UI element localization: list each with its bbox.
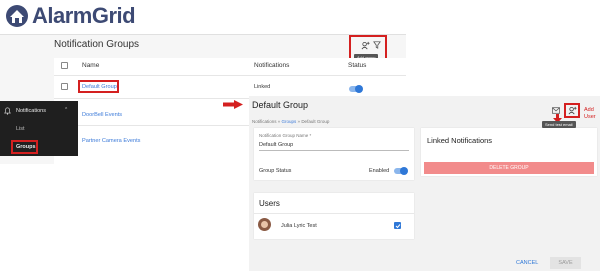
- users-title: Users: [259, 199, 280, 208]
- group-status-toggle[interactable]: [394, 167, 408, 175]
- users-divider: [254, 213, 414, 214]
- logo-text: AlarmGrid: [32, 3, 136, 28]
- group-link-default[interactable]: Default Group: [82, 84, 117, 90]
- column-header-name: Name: [82, 62, 100, 69]
- add-user-icon[interactable]: [568, 106, 577, 115]
- sidebar-section-notifications[interactable]: Notifications: [16, 108, 46, 114]
- group-name-underline: [259, 150, 409, 151]
- group-link-partner-camera[interactable]: Partner Camera Events: [82, 138, 140, 144]
- column-header-status: Status: [348, 62, 367, 69]
- chevron-up-icon[interactable]: ⌃: [64, 107, 68, 113]
- breadcrumb-current: Default Group: [301, 119, 330, 124]
- delete-group-button[interactable]: DELETE GROUP: [424, 162, 594, 174]
- breadcrumb-groups[interactable]: Groups: [282, 119, 297, 124]
- row-checkbox[interactable]: [61, 83, 68, 90]
- save-label: SAVE: [558, 260, 573, 266]
- avatar-face: [261, 221, 268, 228]
- select-all-checkbox[interactable]: [61, 62, 68, 69]
- envelope-icon[interactable]: [552, 107, 560, 114]
- annotation-line-1: Add: [584, 107, 594, 113]
- group-name-input[interactable]: Default Group: [259, 142, 409, 148]
- user-checkbox[interactable]: [394, 222, 401, 229]
- filter-icon: [373, 41, 381, 49]
- group-status-label: Group Status: [259, 168, 292, 174]
- row-notifications-status: Linked: [254, 84, 271, 90]
- check-icon: [395, 223, 400, 228]
- page-title: Notification Groups: [54, 39, 140, 50]
- group-name-label: Notification Group Name *: [259, 133, 312, 138]
- house-logo-icon: [6, 5, 28, 27]
- annotation-line-2: User: [584, 114, 596, 120]
- group-link-doorbell[interactable]: DoorBell Events: [82, 112, 122, 118]
- arrow-right-icon: [223, 100, 243, 109]
- save-button[interactable]: SAVE: [550, 257, 581, 269]
- breadcrumb: Notifications » Groups » Default Group: [252, 119, 329, 124]
- brand-logo: AlarmGrid: [5, 2, 136, 30]
- cancel-button[interactable]: CANCEL: [516, 260, 538, 266]
- row-status-toggle[interactable]: [349, 85, 363, 93]
- add-group-button[interactable]: [360, 40, 370, 50]
- add-user-annotation: Add User: [584, 107, 596, 121]
- avatar: [258, 218, 271, 231]
- breadcrumb-root[interactable]: Notifications: [252, 119, 277, 124]
- linked-notifications-title: Linked Notifications: [427, 136, 493, 145]
- header-divider: [54, 75, 406, 76]
- add-group-icon: [361, 41, 370, 49]
- bell-icon: [4, 107, 11, 115]
- send-test-email-tooltip: Send test email: [542, 121, 576, 128]
- sidebar-item-list[interactable]: List: [16, 126, 25, 132]
- detail-title: Default Group: [252, 100, 309, 110]
- row-divider: [78, 125, 249, 126]
- group-status-value: Enabled: [369, 168, 390, 174]
- column-header-notifications: Notifications: [254, 62, 290, 69]
- delete-group-label: DELETE GROUP: [489, 165, 529, 171]
- sidebar-item-groups[interactable]: Groups: [16, 144, 36, 150]
- filter-button[interactable]: [372, 40, 382, 50]
- user-name: Julia Lyric Test: [281, 223, 317, 229]
